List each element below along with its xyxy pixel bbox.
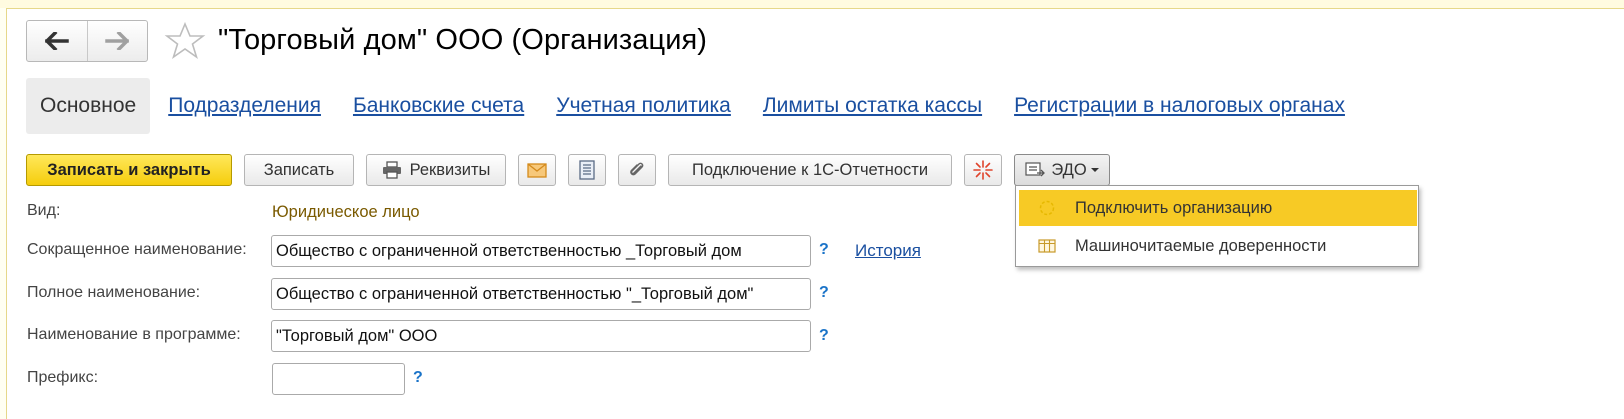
command-bar: Записать и закрыть Записать Реквизиты По… xyxy=(26,153,1122,187)
report-button[interactable] xyxy=(568,154,606,186)
menu-item-label: Подключить организацию xyxy=(1075,198,1273,217)
table-icon xyxy=(1019,239,1075,253)
menu-item-machine-readable-powers[interactable]: Машиночитаемые доверенности xyxy=(1019,228,1417,264)
short-name-help[interactable]: ? xyxy=(819,241,829,259)
kind-value[interactable]: Юридическое лицо xyxy=(272,203,420,222)
back-button[interactable] xyxy=(27,21,87,61)
arrow-right-icon xyxy=(105,32,130,50)
program-name-field[interactable]: "Торговый дом" ООО xyxy=(271,320,811,352)
tab-departments[interactable]: Подразделения xyxy=(168,94,321,118)
edo-dropdown-menu: Подключить организацию Машиночитаемые до… xyxy=(1015,185,1419,267)
full-name-help[interactable]: ? xyxy=(819,284,829,302)
full-name-field[interactable]: Общество с ограниченной ответственностью… xyxy=(271,278,811,310)
tab-bank-accounts[interactable]: Банковские счета xyxy=(353,94,524,118)
forward-button[interactable] xyxy=(86,21,147,61)
prefix-label: Префикс: xyxy=(27,369,99,386)
envelope-icon xyxy=(527,162,547,178)
edo-icon xyxy=(1025,162,1046,177)
requisites-button[interactable]: Реквизиты xyxy=(366,154,506,186)
program-name-row: Наименование в программе: xyxy=(27,326,241,344)
prefix-help[interactable]: ? xyxy=(413,369,423,387)
tab-accounting-policy[interactable]: Учетная политика xyxy=(556,94,731,118)
full-name-label: Полное наименование: xyxy=(27,284,201,301)
window-top-strip xyxy=(0,0,1624,8)
connect-1c-reporting-button[interactable]: Подключение к 1С-Отчетности xyxy=(668,154,952,186)
requisites-label: Реквизиты xyxy=(409,160,491,179)
attachments-button[interactable] xyxy=(618,154,656,186)
tab-main[interactable]: Основное xyxy=(26,78,151,134)
short-name-row: Сокращенное наименование: xyxy=(27,241,247,259)
save-and-close-button[interactable]: Записать и закрыть xyxy=(26,154,232,186)
page-title: "Торговый дом" ООО (Организация) xyxy=(218,24,708,56)
tab-tax-registrations[interactable]: Регистрации в налоговых органах xyxy=(1014,94,1345,118)
history-link[interactable]: История xyxy=(855,241,921,261)
program-name-help[interactable]: ? xyxy=(819,327,829,345)
program-name-label: Наименование в программе: xyxy=(27,326,241,343)
document-list-icon xyxy=(579,160,595,180)
printer-icon xyxy=(382,161,401,179)
connect-icon xyxy=(1019,199,1075,217)
1c-reporting-button[interactable] xyxy=(964,154,1002,186)
kind-row: Вид: xyxy=(27,202,60,220)
history-navigation xyxy=(26,20,148,62)
save-button[interactable]: Записать xyxy=(244,154,354,186)
paperclip-icon xyxy=(630,162,644,176)
edo-menu-button[interactable]: ЭДО xyxy=(1014,154,1110,186)
prefix-field[interactable] xyxy=(272,363,405,395)
favorite-star-icon[interactable] xyxy=(164,21,206,65)
spark-icon xyxy=(973,160,993,180)
short-name-field[interactable]: Общество с ограниченной ответственностью… xyxy=(271,235,811,267)
menu-item-label: Машиночитаемые доверенности xyxy=(1075,236,1327,255)
tab-bar: Основное Подразделения Банковские счета … xyxy=(26,78,1377,134)
full-name-row: Полное наименование: xyxy=(27,284,200,302)
arrow-left-icon xyxy=(44,32,69,50)
prefix-row: Префикс: xyxy=(27,369,98,387)
short-name-label: Сокращенное наименование: xyxy=(27,241,247,258)
chevron-down-icon xyxy=(1090,168,1099,172)
mail-button[interactable] xyxy=(518,154,556,186)
tab-cash-limits[interactable]: Лимиты остатка кассы xyxy=(763,94,982,118)
edo-label: ЭДО xyxy=(1051,160,1087,179)
kind-label: Вид: xyxy=(27,202,61,219)
menu-item-connect-organization[interactable]: Подключить организацию xyxy=(1019,190,1417,226)
